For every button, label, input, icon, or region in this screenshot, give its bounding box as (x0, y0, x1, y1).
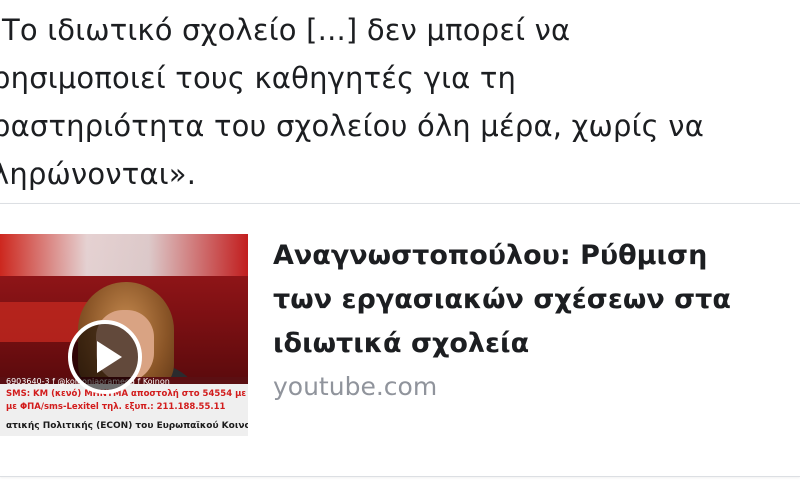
ticker-text: SMS: KM (κενό) MHNYMA αποστολή στο 54554… (6, 389, 248, 399)
link-domain: youtube.com (273, 372, 438, 401)
tv-logo-band (0, 234, 248, 276)
play-button[interactable] (68, 320, 142, 394)
ticker-text: με ΦΠΑ/sms-Lexitel τηλ. εξυπ.: 211.188.5… (6, 402, 226, 412)
post-text-line: ρησιμοποιεί τους καθηγητές για τη (0, 61, 517, 95)
play-icon (97, 341, 122, 373)
link-title-line: των εργασιακών σχέσεων στα (273, 284, 731, 315)
post-text-line: ραστηριότητα του σχολείου όλη μέρα, χωρί… (0, 109, 705, 143)
facebook-post: Το ιδιωτικό σχολείο [...] δεν μπορεί να … (0, 0, 800, 500)
post-text-line: Το ιδιωτικό σχολείο [...] δεν μπορεί να (2, 13, 571, 47)
video-thumbnail[interactable]: 6903640-3 f @koinoniaoramega f Koinon SM… (0, 234, 248, 436)
link-title-line: Αναγνωστοπούλου: Ρύθμιση (273, 240, 708, 271)
link-preview-card[interactable]: 6903640-3 f @koinoniaoramega f Koinon SM… (0, 203, 800, 477)
post-text: Το ιδιωτικό σχολείο [...] δεν μπορεί να … (0, 6, 800, 198)
link-title[interactable]: Αναγνωστοπούλου: Ρύθμιση των εργασιακών … (273, 234, 800, 366)
post-text-line: ληρώνονται». (0, 157, 197, 191)
link-title-line: ιδιωτικά σχολεία (273, 328, 530, 359)
ticker-text: ατικής Πολιτικής (ECON) του Ευρωπαϊκού Κ… (6, 421, 248, 431)
